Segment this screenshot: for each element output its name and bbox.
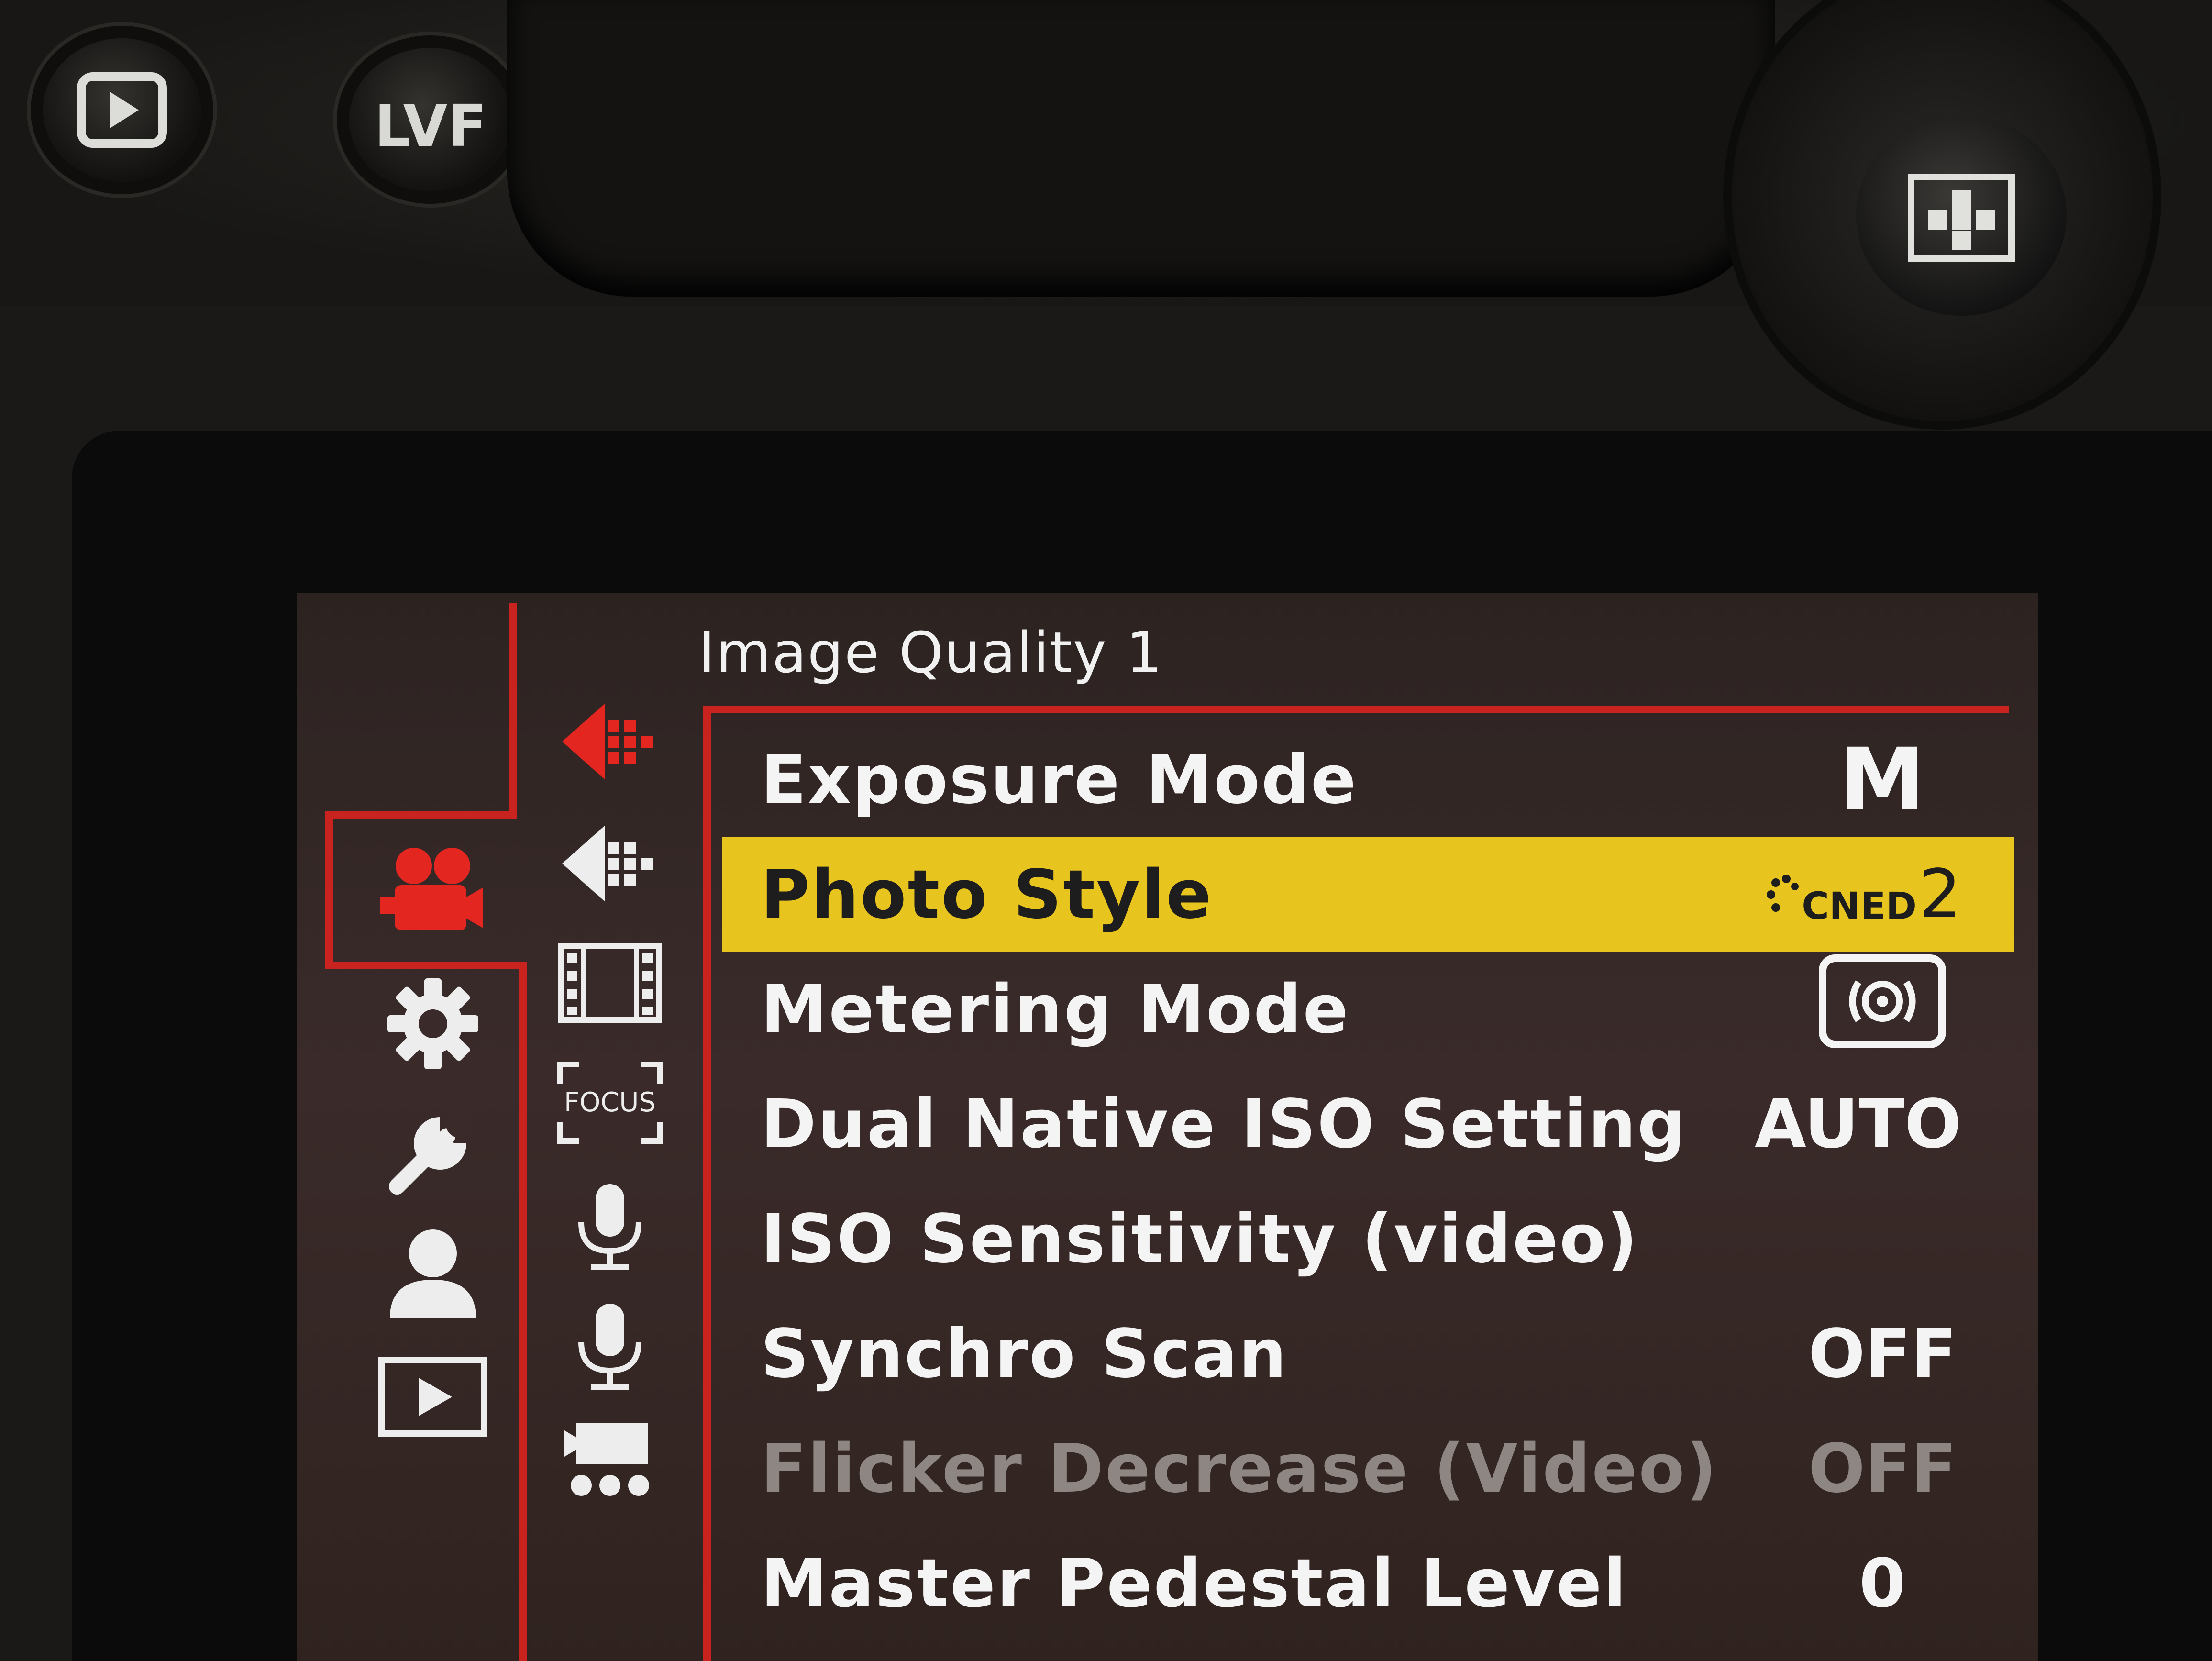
photo-style-number: 2 (1918, 855, 1961, 933)
tab-divider-line-lower (519, 962, 527, 1661)
menu-item-synchro-scan[interactable]: Synchro Scan OFF (722, 1296, 2014, 1411)
sub-tab-focus[interactable]: FOCUS (550, 1048, 670, 1158)
menu-item-label: Exposure Mode (761, 741, 1358, 819)
menu-item-label: ISO Sensitivity (video) (761, 1200, 1639, 1278)
menu-list: Exposure Mode M Photo Style CNED 2 Meter… (722, 722, 2014, 1641)
list-frame-left (703, 706, 711, 1661)
sub-tab-video-other[interactable] (550, 1406, 670, 1517)
menu-item-value: AUTO (1754, 1085, 1961, 1163)
menu-item-flicker-decrease: Flicker Decrease (Video) OFF (722, 1411, 2014, 1526)
menu-item-label: Synchro Scan (761, 1315, 1288, 1393)
menu-item-value (1803, 953, 1961, 1065)
image-quality-1-icon (562, 703, 653, 780)
menu-item-metering-mode[interactable]: Metering Mode (722, 952, 2014, 1067)
main-tab-custom[interactable] (373, 971, 493, 1076)
sub-tab-file-format[interactable] (550, 928, 670, 1038)
menu-item-label: Photo Style (761, 855, 1213, 934)
main-tab-video[interactable] (373, 837, 493, 942)
sub-tab-image-quality-2[interactable] (550, 808, 670, 919)
playback-icon (378, 1357, 487, 1437)
photo-style-icon (1767, 875, 1799, 912)
menu-screen: FOCUS Image Quality 1 Exposure Mode M Ph… (297, 593, 2038, 1661)
focus-icon: FOCUS (557, 1062, 663, 1144)
lvf-label: LVF (374, 93, 487, 160)
sub-tab-audio-2[interactable] (550, 1292, 670, 1402)
video-camera-icon (380, 848, 483, 930)
sub-tab-audio[interactable] (550, 1172, 670, 1282)
image-quality-2-icon (562, 825, 653, 902)
list-frame-top (703, 706, 2009, 713)
focus-icon-label: FOCUS (564, 1087, 656, 1118)
main-tab-playback[interactable] (373, 1344, 493, 1450)
active-tab-frame-left (325, 811, 333, 969)
tab-divider-line (509, 603, 517, 818)
menu-item-value: OFF (1808, 1429, 1957, 1508)
gear-icon (387, 978, 478, 1069)
photo-style-name: CNED (1802, 885, 1917, 928)
menu-item-photo-style[interactable]: Photo Style CNED 2 (722, 837, 2014, 952)
menu-item-exposure-mode[interactable]: Exposure Mode M (722, 722, 2014, 837)
quick-menu-button[interactable] (1856, 115, 2067, 316)
video-dots-icon (564, 1423, 649, 1496)
menu-item-label: Flicker Decrease (Video) (761, 1429, 1718, 1508)
active-tab-frame-top (325, 811, 517, 819)
film-icon (558, 943, 662, 1023)
menu-item-iso-sensitivity-video[interactable]: ISO Sensitivity (video) (722, 1182, 2014, 1296)
active-tab-frame-bottom (325, 962, 526, 969)
menu-item-label: Master Pedestal Level (761, 1544, 1628, 1623)
menu-item-label: Dual Native ISO Setting (761, 1085, 1687, 1163)
person-icon (390, 1229, 476, 1318)
microphone-2-icon (578, 1304, 641, 1390)
sub-tab-image-quality-1[interactable] (550, 687, 670, 797)
playback-icon (77, 72, 167, 148)
menu-item-value: M (1839, 730, 1925, 830)
main-tab-setup[interactable] (373, 1096, 493, 1201)
lvf-button[interactable]: LVF (349, 48, 512, 191)
menu-item-dual-native-iso[interactable]: Dual Native ISO Setting AUTO (722, 1067, 2014, 1182)
wrench-icon (389, 1111, 473, 1195)
main-tab-my-menu[interactable] (373, 1220, 493, 1325)
menu-item-label: Metering Mode (761, 970, 1350, 1049)
menu-item-value: 0 (1859, 1544, 1906, 1623)
playback-button[interactable] (43, 38, 201, 182)
menu-item-master-pedestal-level[interactable]: Master Pedestal Level 0 (722, 1526, 2014, 1641)
viewfinder-eyecup (507, 0, 1775, 297)
quick-menu-icon (1908, 174, 2015, 262)
metering-multi-icon (1819, 954, 1946, 1048)
menu-item-value: OFF (1808, 1315, 1957, 1393)
menu-section-title: Image Quality 1 (698, 620, 1163, 686)
microphone-icon (578, 1184, 641, 1270)
photo-style-value: CNED 2 (1766, 861, 1961, 928)
